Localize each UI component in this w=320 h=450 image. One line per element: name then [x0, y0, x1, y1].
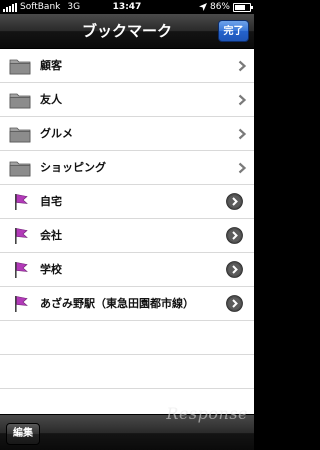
bookmark-label: 会社	[40, 229, 62, 242]
folder-row[interactable]: 友人	[0, 83, 254, 117]
folder-label: 友人	[40, 93, 62, 106]
done-button[interactable]: 完了	[218, 20, 249, 42]
bookmark-label: 自宅	[40, 195, 62, 208]
chevron-right-icon	[238, 128, 247, 140]
bookmark-row[interactable]: 会社	[0, 219, 254, 253]
folder-label: ショッピング	[40, 161, 106, 174]
detail-disclosure-icon[interactable]	[226, 193, 243, 210]
folder-label: グルメ	[40, 127, 73, 140]
pin-flag-icon	[15, 262, 28, 278]
battery-icon	[233, 2, 253, 12]
bookmarks-screen: SoftBank 3G 13:47 86% ブックマーク 完了 顧客 友人 グル…	[0, 0, 254, 450]
bookmark-list: 顧客 友人 グルメ ショッピング 自宅 会社 学校 あざみ野駅（東急田園都市線）	[0, 49, 254, 414]
chevron-right-icon	[238, 162, 247, 174]
folder-row[interactable]: グルメ	[0, 117, 254, 151]
empty-row	[0, 355, 254, 389]
bookmark-row[interactable]: 学校	[0, 253, 254, 287]
detail-disclosure-icon[interactable]	[226, 227, 243, 244]
status-bar: SoftBank 3G 13:47 86%	[0, 0, 254, 14]
bookmark-row[interactable]: 自宅	[0, 185, 254, 219]
folder-row[interactable]: ショッピング	[0, 151, 254, 185]
folder-row[interactable]: 顧客	[0, 49, 254, 83]
bookmark-row[interactable]: あざみ野駅（東急田園都市線）	[0, 287, 254, 321]
pin-flag-icon	[15, 296, 28, 312]
folder-icon	[9, 59, 31, 75]
navigation-bar: ブックマーク 完了	[0, 14, 254, 49]
detail-disclosure-icon[interactable]	[226, 295, 243, 312]
folder-label: 顧客	[40, 59, 62, 72]
bookmark-label: あざみ野駅（東急田園都市線）	[40, 297, 194, 310]
page-title: ブックマーク	[81, 22, 172, 40]
location-arrow-icon	[198, 3, 207, 11]
bookmark-label: 学校	[40, 263, 62, 276]
battery-percent: 86%	[209, 2, 230, 12]
folder-icon	[9, 127, 31, 143]
folder-icon	[9, 93, 31, 109]
detail-disclosure-icon[interactable]	[226, 261, 243, 278]
edit-button[interactable]: 編集	[6, 423, 40, 445]
empty-row	[0, 321, 254, 355]
pin-flag-icon	[15, 228, 28, 244]
chevron-right-icon	[238, 94, 247, 106]
folder-icon	[9, 161, 31, 177]
pin-flag-icon	[15, 194, 28, 210]
watermark: Response	[166, 404, 248, 423]
chevron-right-icon	[238, 60, 247, 72]
